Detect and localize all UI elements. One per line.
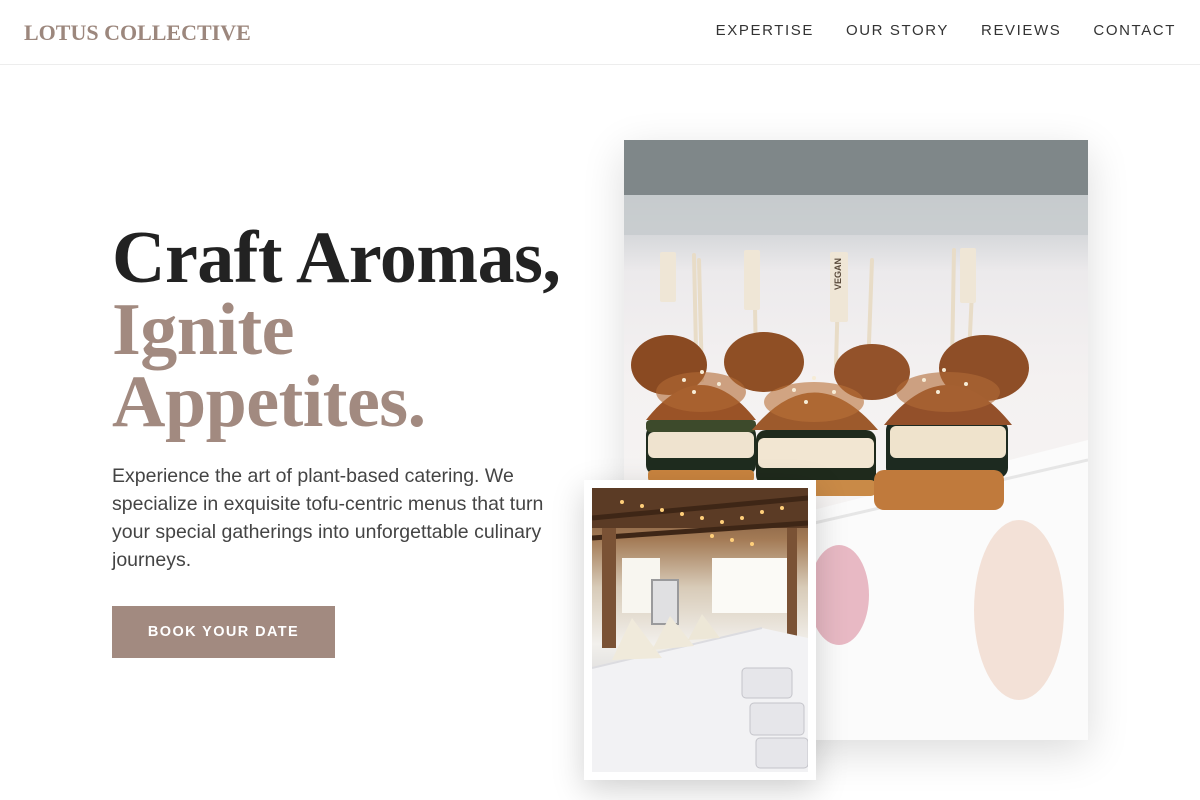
headline-line-2: Ignite <box>112 289 295 371</box>
hero-headline: Craft Aromas, Ignite Appetites. <box>112 217 561 443</box>
vegan-pick-label: VEGAN <box>833 258 843 290</box>
headline-line-3: Appetites. <box>112 361 426 443</box>
main-nav: EXPERTISE OUR STORY REVIEWS CONTACT <box>716 22 1176 39</box>
banquet-hall-image <box>592 488 808 772</box>
nav-item-contact[interactable]: CONTACT <box>1093 22 1176 39</box>
hero-description: Experience the art of plant-based cateri… <box>112 465 544 571</box>
banquet-hall-photo <box>584 480 816 780</box>
nav-item-reviews[interactable]: REVIEWS <box>981 22 1061 39</box>
headline-line-1: Craft Aromas, <box>112 217 561 299</box>
nav-item-expertise[interactable]: EXPERTISE <box>716 22 814 39</box>
book-your-date-button[interactable]: BOOK YOUR DATE <box>112 606 335 658</box>
brand-logo[interactable]: LOTUS COLLECTIVE <box>24 20 251 46</box>
nav-item-our-story[interactable]: OUR STORY <box>846 22 949 39</box>
site-header: LOTUS COLLECTIVE EXPERTISE OUR STORY REV… <box>0 0 1200 65</box>
